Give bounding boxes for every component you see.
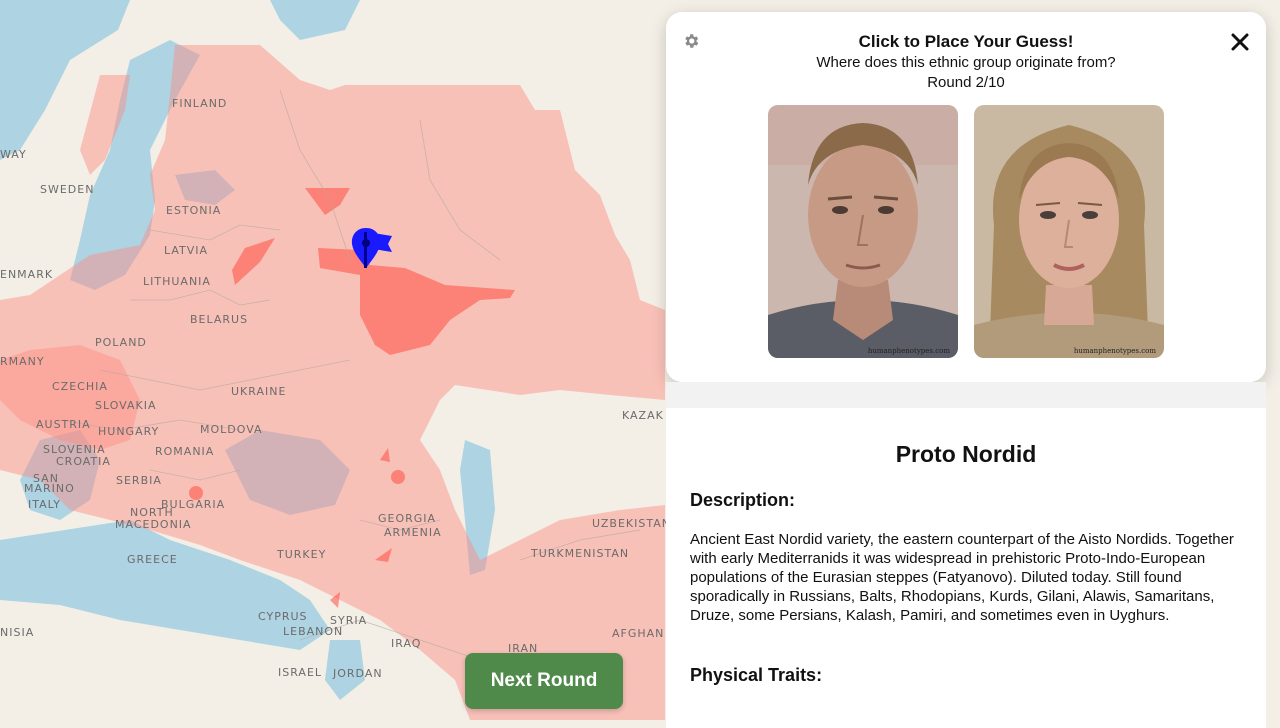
label-uzbekistan: UZBEKISTAN <box>592 517 671 530</box>
label-ukraine: UKRAINE <box>231 385 286 398</box>
label-norway: WAY <box>0 148 27 161</box>
label-israel: ISRAEL <box>278 666 322 679</box>
label-croatia: CROATIA <box>56 455 111 468</box>
physical-traits-heading: Physical Traits: <box>690 665 823 685</box>
watermark-text: humanphenotypes.com <box>867 347 950 355</box>
label-latvia: LATVIA <box>164 244 208 257</box>
label-armenia: ARMENIA <box>384 526 442 539</box>
label-denmark: ENMARK <box>0 268 53 281</box>
group-title: Proto Nordid <box>895 441 1037 467</box>
label-cyprus: CYPRUS <box>258 610 308 623</box>
label-italy: ITALY <box>28 498 61 511</box>
label-georgia: GEORGIA <box>378 512 436 525</box>
label-serbia: SERBIA <box>116 474 162 487</box>
label-iraq: IRAQ <box>391 637 421 650</box>
card-subtitle: Where does this ethnic group originate f… <box>816 54 1116 71</box>
label-austria: AUSTRIA <box>36 418 91 431</box>
label-turkmenistan: TURKMENISTAN <box>530 547 629 560</box>
label-hungary: HUNGARY <box>98 425 159 438</box>
label-jordan: JORDAN <box>332 667 383 680</box>
description-heading: Description: <box>690 490 796 510</box>
male-face-image: humanphenotypes.com <box>768 105 958 358</box>
label-romania: ROMANIA <box>155 445 214 458</box>
label-germany: RMANY <box>0 355 45 368</box>
close-icon[interactable] <box>1230 32 1250 52</box>
card-title: Click to Place Your Guess! <box>858 32 1074 51</box>
watermark-text: humanphenotypes.com <box>1073 347 1156 355</box>
label-afghanistan: AFGHAN <box>612 627 664 640</box>
label-lebanon: LEBANON <box>283 625 343 638</box>
label-moldova: MOLDOVA <box>200 423 263 436</box>
label-finland: FINLAND <box>172 97 227 110</box>
label-belarus: BELARUS <box>190 313 248 326</box>
label-north-macedonia-2: MACEDONIA <box>115 518 192 531</box>
female-face-image: humanphenotypes.com <box>974 105 1164 358</box>
label-slovakia: SLOVAKIA <box>95 399 157 412</box>
label-sweden: SWEDEN <box>40 183 94 196</box>
round-counter: Round 2/10 <box>927 74 1005 91</box>
next-round-button[interactable]: Next Round <box>465 653 623 709</box>
label-poland: POLAND <box>95 336 147 349</box>
label-kazakhstan: KAZAK <box>622 409 664 422</box>
guess-card: Click to Place Your Guess! Where does th… <box>666 12 1266 382</box>
info-panel[interactable]: Proto Nordid Description: Ancient East N… <box>666 408 1266 728</box>
label-estonia: ESTONIA <box>166 204 221 217</box>
description-text: Ancient East Nordid variety, the eastern… <box>690 531 1234 624</box>
label-lithuania: LITHUANIA <box>143 275 211 288</box>
label-san-marino-2: MARINO <box>24 482 75 495</box>
label-turkey: TURKEY <box>276 548 326 561</box>
label-czechia: CZECHIA <box>52 380 108 393</box>
label-tunisia: NISIA <box>0 626 34 639</box>
label-greece: GREECE <box>127 553 178 566</box>
panel-divider <box>666 382 1266 408</box>
